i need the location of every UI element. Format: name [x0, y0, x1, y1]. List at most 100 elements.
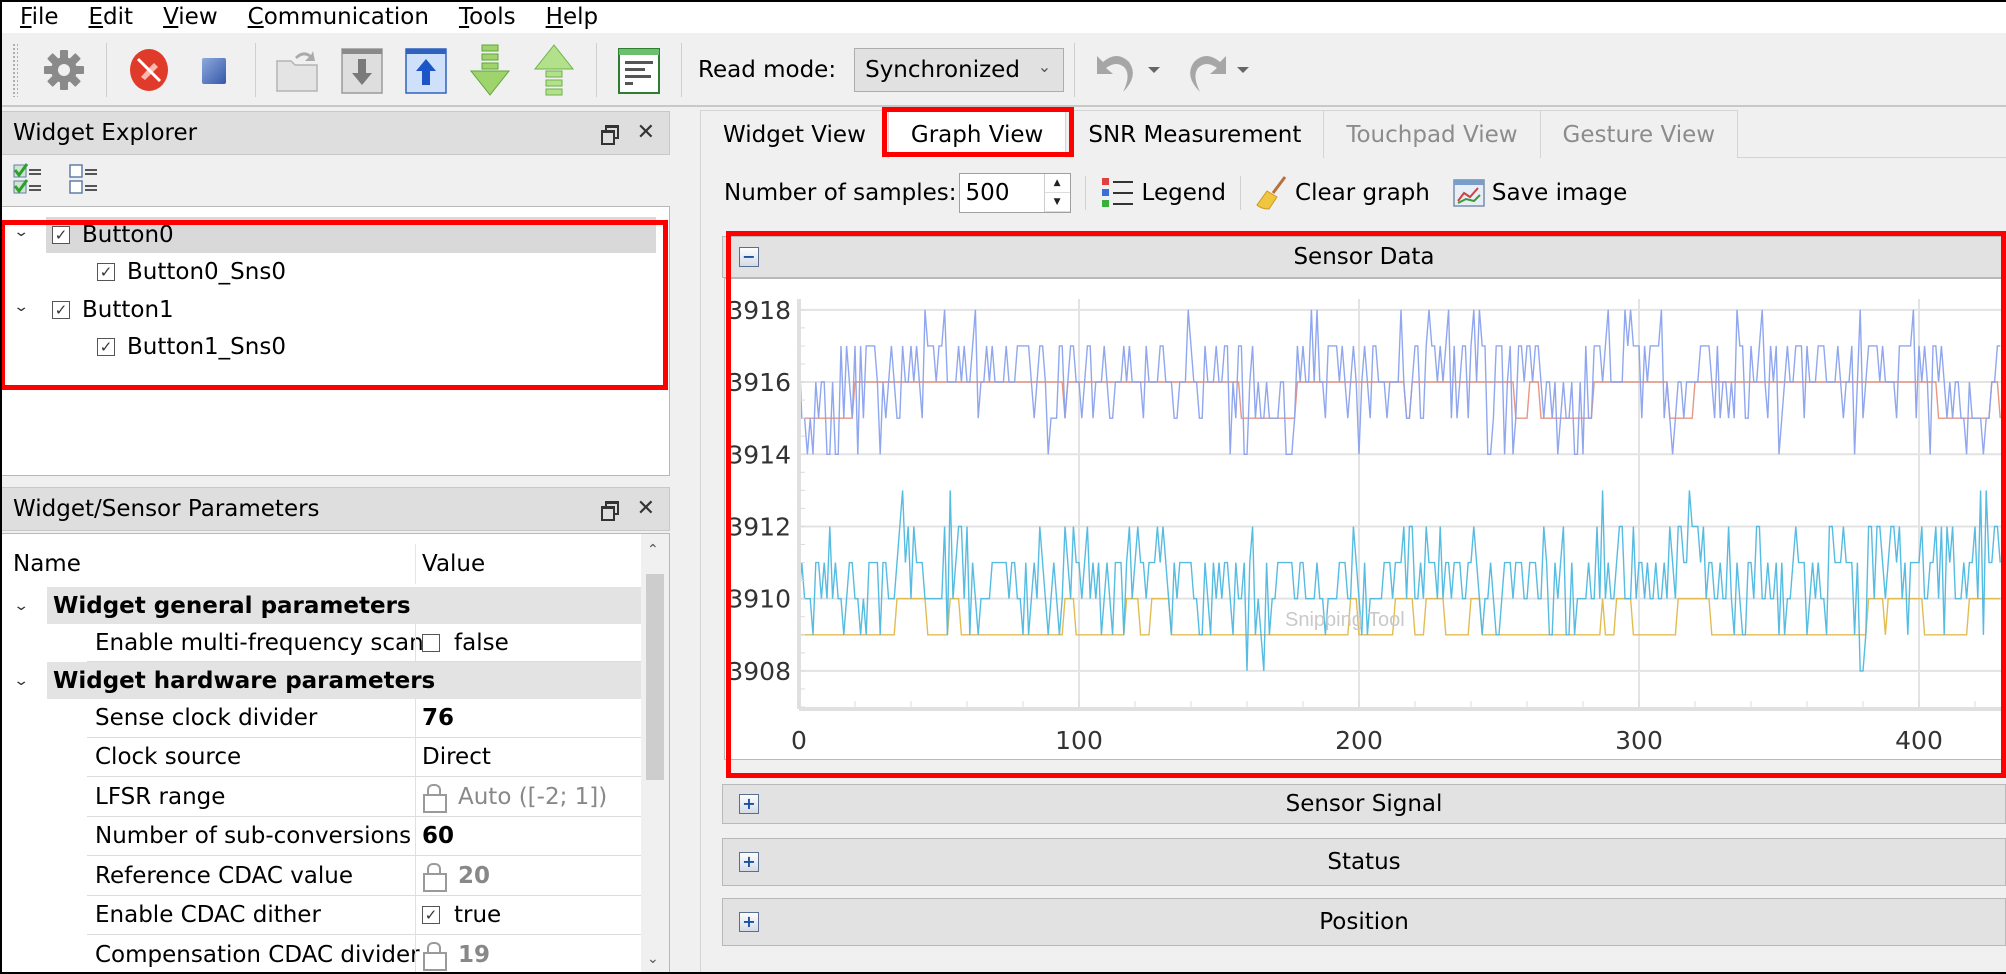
- check-all-icon[interactable]: [12, 162, 46, 196]
- section-status[interactable]: + Status: [722, 838, 2006, 886]
- export-button[interactable]: [527, 42, 581, 98]
- group-row[interactable]: ⌄ Widget general parameters: [1, 587, 641, 624]
- param-row[interactable]: Reference CDAC value 20: [87, 856, 641, 896]
- expand-section-icon[interactable]: +: [739, 794, 759, 814]
- toolbar-separator: [681, 43, 682, 97]
- uncheck-all-icon[interactable]: [68, 162, 102, 196]
- group-row[interactable]: ⌄ Widget hardware parameters: [1, 662, 641, 699]
- menu-tools[interactable]: Tools: [459, 4, 516, 30]
- scrollbar-thumb[interactable]: [646, 574, 664, 780]
- export-icon: [533, 44, 575, 96]
- open-button[interactable]: [271, 42, 325, 98]
- param-row[interactable]: LFSR range Auto ([-2; 1]): [87, 777, 641, 817]
- section-sensor-signal[interactable]: + Sensor Signal: [722, 784, 2006, 824]
- close-panel-icon[interactable]: ✕: [637, 498, 655, 520]
- param-value[interactable]: false: [415, 624, 641, 661]
- read-from-device-button[interactable]: [335, 42, 389, 98]
- button0-sns0-checkbox[interactable]: ✓: [97, 263, 115, 281]
- stop-button[interactable]: [186, 42, 240, 98]
- write-to-device-button[interactable]: [399, 42, 453, 98]
- param-value[interactable]: 76: [415, 699, 641, 737]
- save-image-label: Save image: [1491, 180, 1628, 206]
- save-image-button[interactable]: Save image: [1452, 177, 1627, 209]
- toolbar-separator: [596, 43, 597, 97]
- menu-help[interactable]: Help: [546, 4, 598, 30]
- parameters-scrollbar[interactable]: ⌃ ⌄: [641, 534, 669, 973]
- menu-communication[interactable]: Communication: [248, 4, 429, 30]
- expand-section-icon[interactable]: +: [739, 912, 759, 932]
- button1-sns0-checkbox[interactable]: ✓: [97, 338, 115, 356]
- x-tick-label: 300: [1615, 726, 1663, 755]
- param-value[interactable]: 60: [415, 817, 641, 855]
- x-tick-label: 0: [791, 726, 807, 755]
- toolbar-separator: [1074, 43, 1076, 97]
- param-name: Sense clock divider: [95, 705, 318, 731]
- clear-graph-button[interactable]: Clear graph: [1255, 175, 1430, 211]
- param-row[interactable]: Enable CDAC dither ✓ true: [87, 896, 641, 935]
- tab-gesture-view: Gesture View: [1539, 110, 1739, 158]
- param-row-multifreq[interactable]: Enable multi-frequency scan false: [87, 624, 641, 662]
- stop-icon: [202, 58, 226, 84]
- collapse-group-icon[interactable]: ⌄: [13, 673, 41, 689]
- param-value-text: Auto ([-2; 1]): [458, 783, 608, 810]
- collapse-button0-icon[interactable]: ⌄: [13, 224, 41, 240]
- multifreq-checkbox[interactable]: [422, 633, 440, 652]
- redo-dropdown-arrow[interactable]: [1237, 67, 1250, 73]
- widget-explorer-toolbar: [12, 162, 102, 196]
- read-mode-select[interactable]: Synchronized ⌄: [854, 48, 1065, 92]
- section-sensor-data[interactable]: − Sensor Data: [722, 236, 2006, 278]
- float-panel-icon[interactable]: [600, 125, 619, 145]
- param-row[interactable]: Compensation CDAC divider 19: [87, 935, 641, 973]
- main-toolbar: Read mode: Synchronized ⌄: [0, 35, 2006, 107]
- toolbar-grip[interactable]: [12, 43, 18, 97]
- spin-up-icon[interactable]: ▲: [1044, 174, 1070, 193]
- param-value[interactable]: Direct: [415, 738, 641, 776]
- settings-button[interactable]: [37, 42, 91, 98]
- menu-edit[interactable]: Edit: [89, 4, 134, 30]
- undo-button[interactable]: [1090, 42, 1144, 98]
- tree-item-button1-sns0[interactable]: ✓ Button1_Sns0: [97, 329, 286, 365]
- param-value[interactable]: ✓ true: [415, 896, 641, 934]
- undo-dropdown-arrow[interactable]: [1148, 67, 1161, 73]
- redo-button[interactable]: [1179, 42, 1233, 98]
- param-row[interactable]: Sense clock divider 76: [87, 699, 641, 738]
- collapse-group-icon[interactable]: ⌄: [13, 598, 41, 614]
- param-row[interactable]: Clock source Direct: [87, 738, 641, 777]
- tree-item-button0-sns0[interactable]: ✓ Button0_Sns0: [97, 254, 286, 290]
- disconnect-icon: [130, 49, 168, 91]
- param-value-text: 19: [458, 941, 491, 968]
- spin-down-icon[interactable]: ▼: [1044, 193, 1070, 212]
- import-button[interactable]: [463, 42, 517, 98]
- expand-section-icon[interactable]: +: [739, 852, 759, 872]
- float-panel-icon[interactable]: [600, 501, 619, 521]
- samples-label: Number of samples:: [724, 180, 957, 206]
- tree-item-button1[interactable]: ✓ Button1: [52, 292, 174, 328]
- close-panel-icon[interactable]: ✕: [637, 122, 655, 144]
- scroll-down-icon[interactable]: ⌄: [647, 951, 659, 967]
- disconnect-button[interactable]: [122, 42, 176, 98]
- section-position[interactable]: + Position: [722, 898, 2006, 946]
- param-value: Auto ([-2; 1]): [415, 777, 641, 816]
- column-header-name[interactable]: Name: [1, 544, 81, 584]
- button1-checkbox[interactable]: ✓: [52, 301, 70, 319]
- samples-spinbox[interactable]: 500 ▲ ▼: [958, 173, 1071, 213]
- menu-file[interactable]: File: [20, 4, 59, 30]
- column-header-value[interactable]: Value: [415, 544, 641, 584]
- scroll-up-icon[interactable]: ⌃: [647, 542, 659, 558]
- tab-widget-view[interactable]: Widget View: [700, 110, 889, 158]
- button0-checkbox[interactable]: ✓: [52, 226, 70, 244]
- gear-icon: [44, 50, 84, 90]
- graph-toolbar: Number of samples: 500 ▲ ▼ Legend Clear …: [724, 170, 1627, 216]
- log-button[interactable]: [612, 42, 666, 98]
- legend-button[interactable]: Legend: [1100, 176, 1226, 210]
- tab-snr-measurement[interactable]: SNR Measurement: [1065, 110, 1325, 158]
- param-row[interactable]: Number of sub-conversions 60: [87, 817, 641, 856]
- tab-graph-view[interactable]: Graph View: [887, 110, 1067, 158]
- menu-view[interactable]: View: [163, 4, 218, 30]
- toolbar-separator: [1084, 176, 1086, 210]
- tree-item-button0[interactable]: ✓ Button0: [46, 217, 656, 253]
- collapse-button1-icon[interactable]: ⌄: [13, 299, 41, 315]
- cdac-dither-checkbox[interactable]: ✓: [422, 906, 440, 924]
- toolbar-separator: [106, 43, 107, 97]
- collapse-section-icon[interactable]: −: [739, 247, 759, 267]
